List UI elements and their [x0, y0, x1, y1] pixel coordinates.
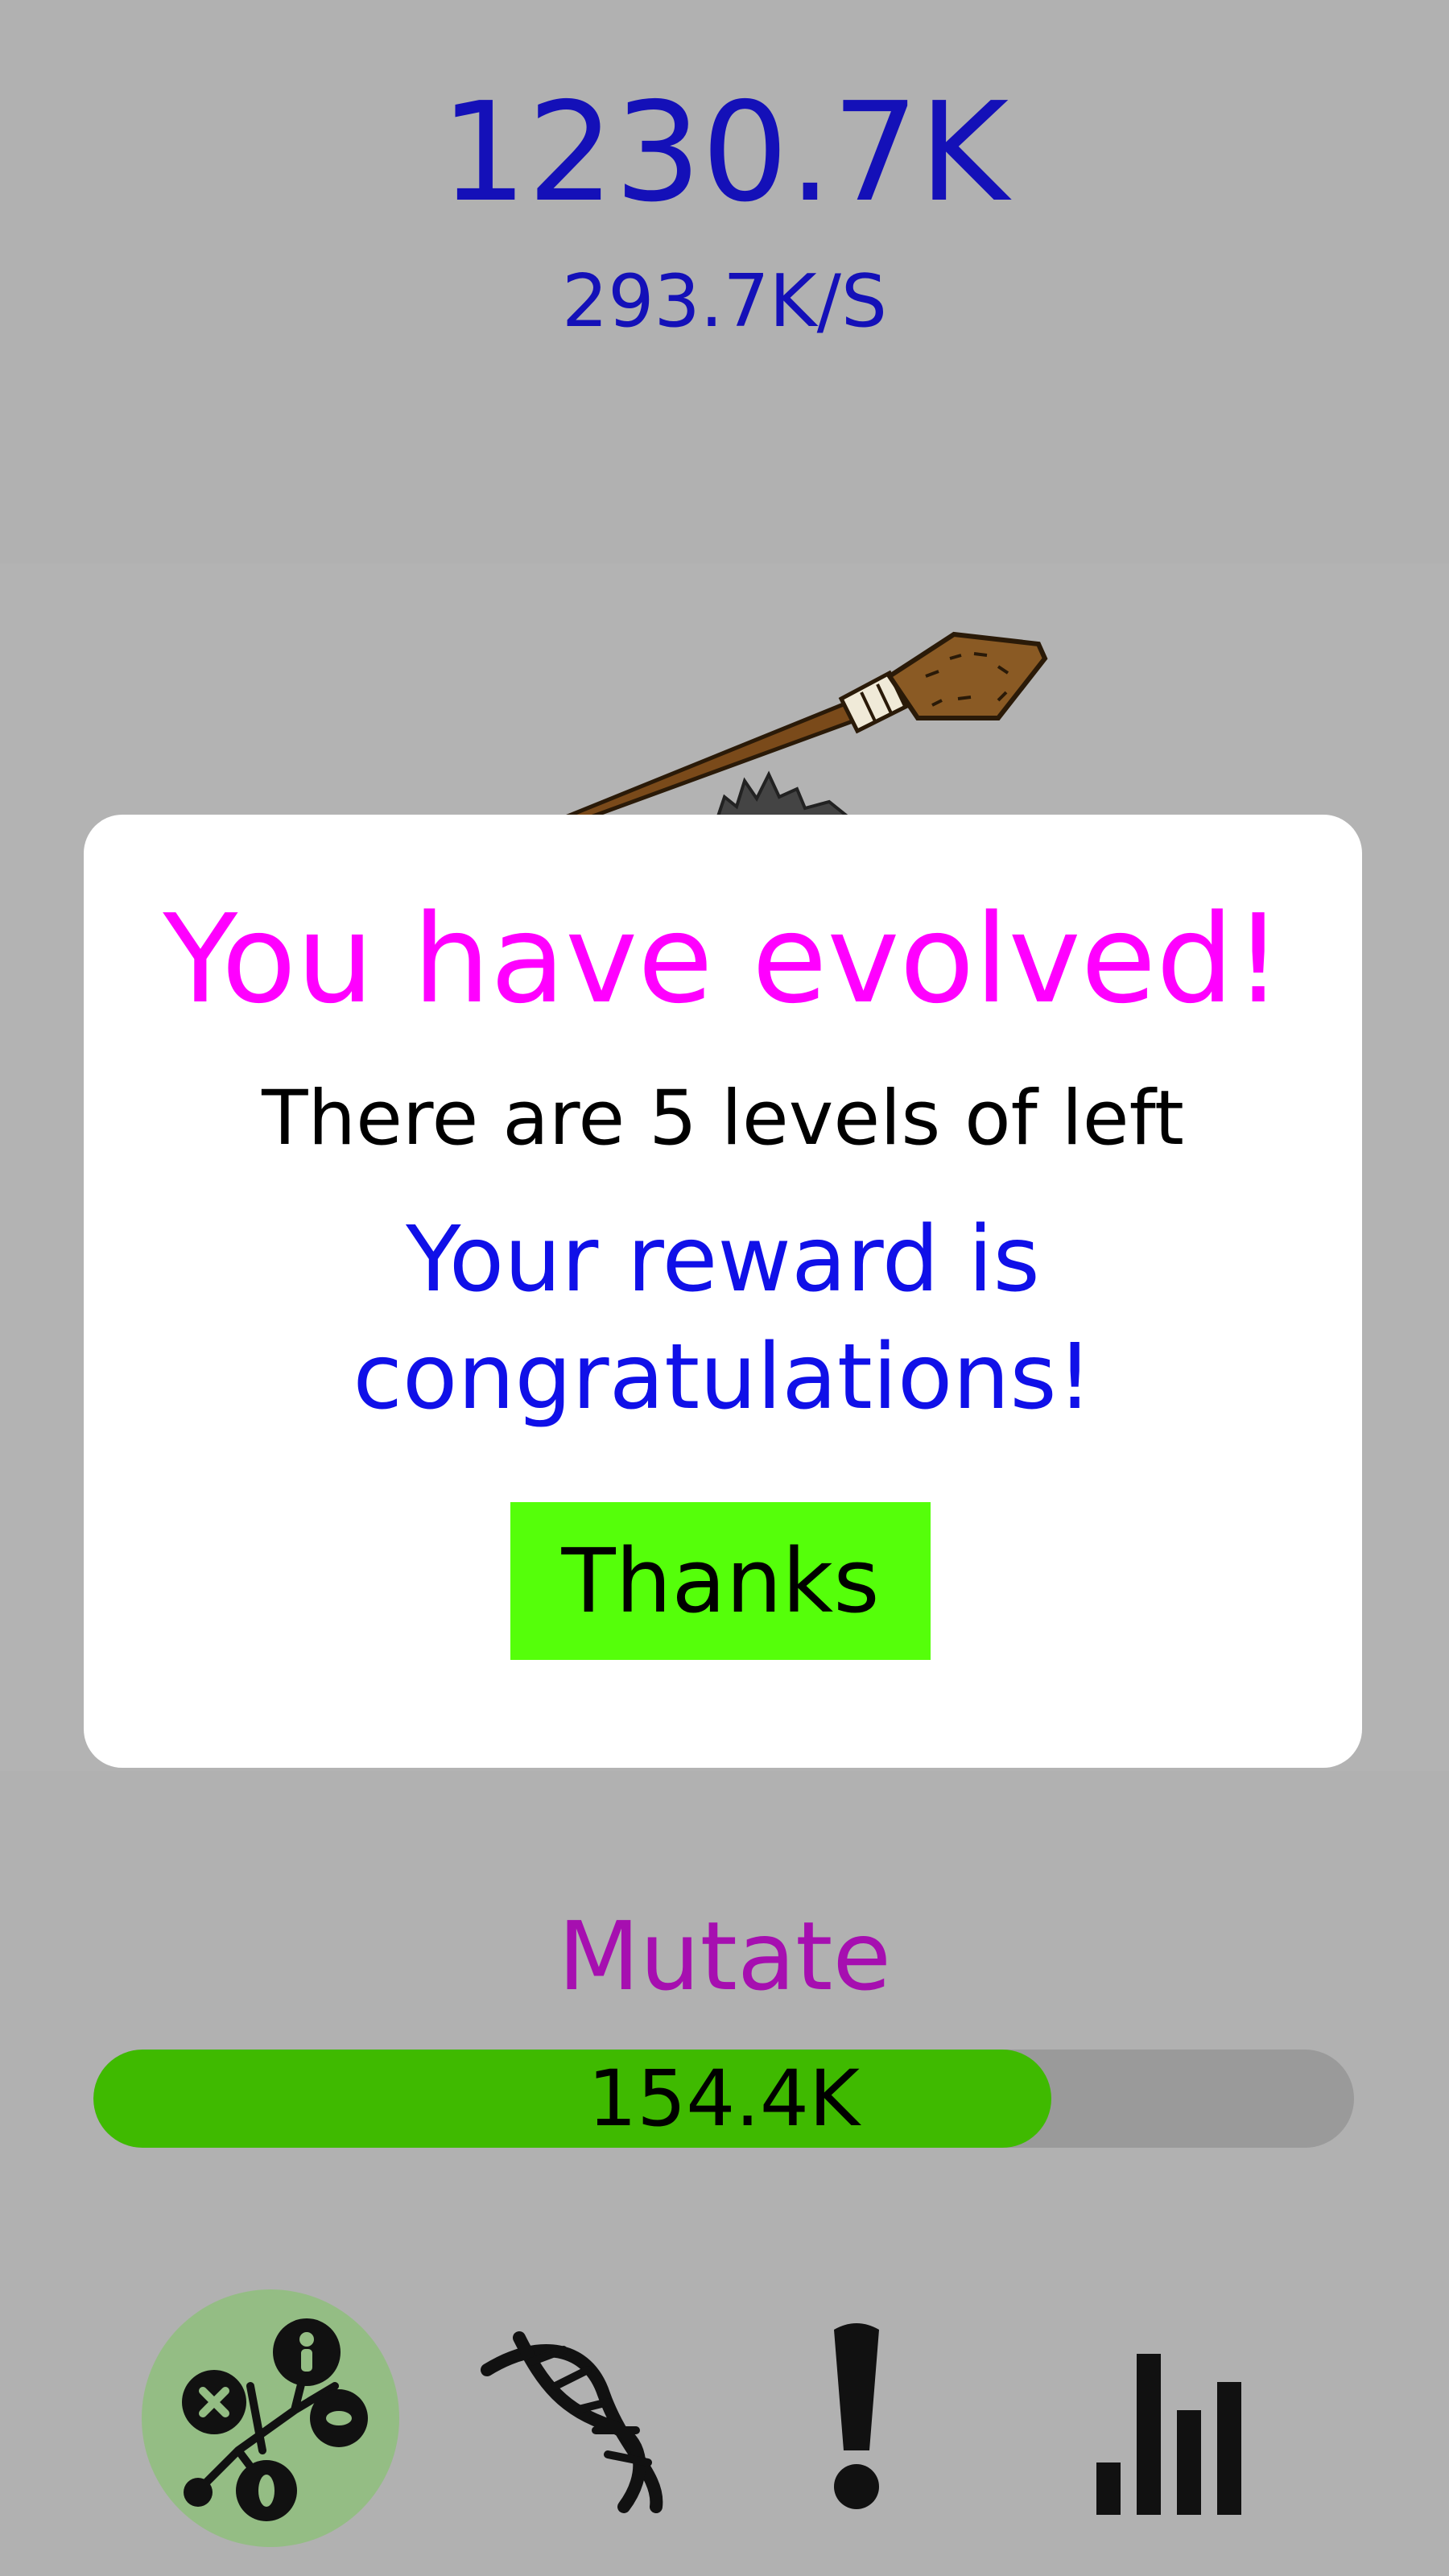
dialog-reward-text: Your reward is congratulations! — [353, 1208, 1093, 1430]
header-panel: 1230.7K 293.7K/S — [0, 0, 1449, 564]
dialog-subtitle: There are 5 levels of left — [262, 1075, 1184, 1162]
score-rate: 293.7K/S — [561, 259, 888, 344]
bar-chart-icon — [1096, 2354, 1241, 2515]
mutate-label[interactable]: Mutate — [0, 1900, 1449, 2013]
nav-stats[interactable] — [1040, 2289, 1298, 2547]
dialog-title: You have evolved! — [163, 888, 1283, 1030]
nav-events[interactable] — [728, 2289, 985, 2547]
dna-icon — [481, 2331, 663, 2513]
nav-evolution-tree[interactable] — [142, 2289, 399, 2547]
mutate-progress-bar[interactable]: 154.4K — [93, 2050, 1354, 2148]
nav-dna[interactable] — [443, 2289, 700, 2547]
thanks-button[interactable]: Thanks — [510, 1502, 931, 1660]
creature-with-spear[interactable] — [0, 564, 1449, 821]
exclamation-icon — [834, 2323, 879, 2509]
evolution-dialog: You have evolved! There are 5 levels of … — [84, 815, 1362, 1768]
mutate-progress-value: 154.4K — [588, 2054, 860, 2144]
evolution-tree-icon — [182, 2318, 368, 2521]
score-counter: 1230.7K — [440, 73, 1009, 233]
